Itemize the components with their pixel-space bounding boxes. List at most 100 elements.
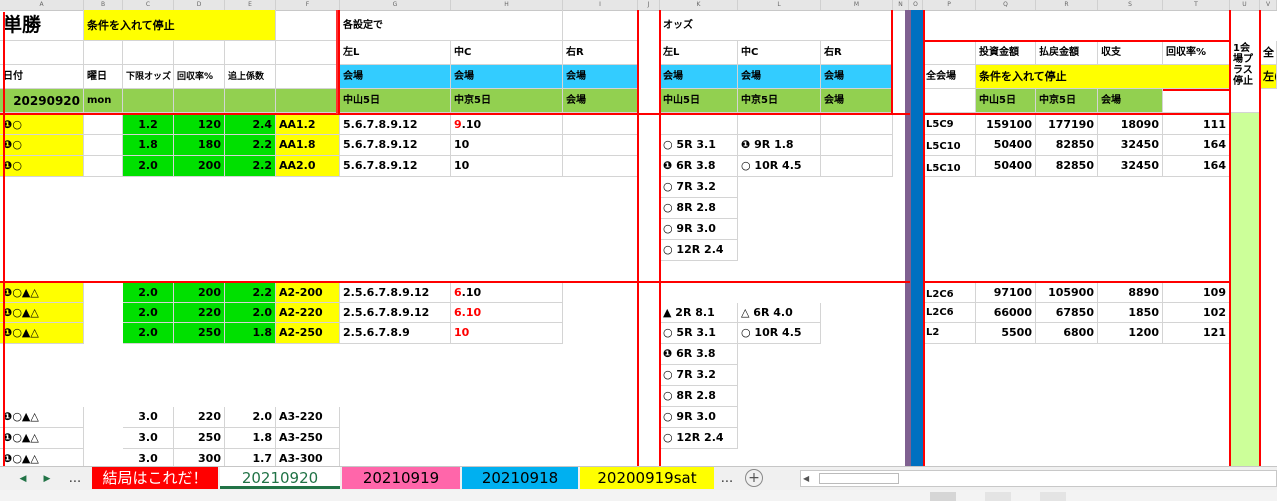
summary-chukyo[interactable]: 中京5日 bbox=[1036, 89, 1098, 113]
odds-venue-left[interactable]: 会場 bbox=[660, 65, 738, 89]
col-e[interactable]: E bbox=[225, 0, 276, 10]
summary-nakayama[interactable]: 中山5日 bbox=[976, 89, 1036, 113]
weekday-header[interactable]: 曜日 bbox=[84, 65, 123, 89]
date-header[interactable]: 日付 bbox=[0, 65, 84, 89]
b1r1-odds-left[interactable] bbox=[660, 115, 738, 135]
invest-header[interactable]: 投資金額 bbox=[976, 41, 1036, 65]
b1r2-odds-center[interactable]: ❶ 9R 1.8 bbox=[738, 135, 821, 156]
odds-venue-right-4[interactable]: 会場 bbox=[821, 89, 893, 113]
b1r2-i[interactable] bbox=[563, 135, 638, 156]
b1r2-m[interactable] bbox=[821, 135, 893, 156]
cell-t4[interactable] bbox=[1163, 89, 1230, 113]
b1r1-i[interactable] bbox=[563, 115, 638, 135]
odds-center-header[interactable]: 中C bbox=[738, 41, 821, 65]
venue-right[interactable]: 会場 bbox=[563, 65, 638, 89]
b3r1-min-odds[interactable]: 3.0 bbox=[123, 407, 174, 428]
b1r1-chase-coef[interactable]: 2.4 bbox=[225, 115, 276, 135]
b1r2-min-odds[interactable]: 1.8 bbox=[123, 135, 174, 156]
b2r3-balance[interactable]: 1200 bbox=[1098, 323, 1163, 344]
odds-right-header[interactable]: 右R bbox=[821, 41, 893, 65]
col-o[interactable]: O bbox=[909, 0, 923, 10]
b1r1-rate[interactable]: 111 bbox=[1163, 115, 1230, 135]
settings-label-cell[interactable]: 各設定で bbox=[340, 10, 563, 41]
normal-view-icon[interactable] bbox=[930, 492, 956, 501]
cell-a2[interactable] bbox=[0, 41, 84, 65]
b1r3-rate[interactable]: 164 bbox=[1163, 156, 1230, 177]
col-s[interactable]: S bbox=[1098, 0, 1163, 10]
b2r2-mark[interactable]: ❶○▲△ bbox=[0, 303, 84, 323]
balance-header[interactable]: 収支 bbox=[1098, 41, 1163, 65]
b2r2-invest[interactable]: 66000 bbox=[976, 303, 1036, 323]
odds-chukyo[interactable]: 中京5日 bbox=[738, 89, 821, 113]
b1-odds-extra-1[interactable]: ○ 7R 3.2 bbox=[660, 177, 738, 198]
b1r1-m[interactable] bbox=[821, 115, 893, 135]
b1r3-odds-left[interactable]: ❶ 6R 3.8 bbox=[660, 156, 738, 177]
b2r2-center-races[interactable]: 6.10 bbox=[451, 303, 563, 323]
b1r3-balance[interactable]: 32450 bbox=[1098, 156, 1163, 177]
odds-nakayama[interactable]: 中山5日 bbox=[660, 89, 738, 113]
b2-odds-extra-4[interactable]: ○ 9R 3.0 bbox=[660, 407, 738, 428]
b1r2-odds-left[interactable]: ○ 5R 3.1 bbox=[660, 135, 738, 156]
b3r2-return-rate[interactable]: 250 bbox=[174, 428, 225, 449]
add-sheet-icon[interactable]: + bbox=[745, 469, 763, 487]
b1r2-chase-coef[interactable]: 2.2 bbox=[225, 135, 276, 156]
payout-header[interactable]: 払戻金額 bbox=[1036, 41, 1098, 65]
b2r1-rate[interactable]: 109 bbox=[1163, 283, 1230, 303]
col-d[interactable]: D bbox=[174, 0, 225, 10]
center-c-header[interactable]: 中C bbox=[451, 41, 563, 65]
b1r3-left-races[interactable]: 5.6.7.8.9.12 bbox=[340, 156, 451, 177]
b1-odds-extra-2[interactable]: ○ 8R 2.8 bbox=[660, 198, 738, 219]
odds-left-header[interactable]: 左L bbox=[660, 41, 738, 65]
b1r1-payout[interactable]: 177190 bbox=[1036, 115, 1098, 135]
cell-f3[interactable] bbox=[276, 65, 340, 89]
b3r1-mark[interactable]: ❶○▲△ bbox=[0, 407, 84, 428]
b1r1-mark[interactable]: ❶○ bbox=[0, 115, 84, 135]
cell-p1[interactable] bbox=[923, 10, 1230, 41]
b2r2-odds-left[interactable]: ▲ 2R 8.1 bbox=[660, 303, 738, 323]
tab-20210918[interactable]: 20210918 bbox=[462, 467, 578, 489]
col-q[interactable]: Q bbox=[976, 0, 1036, 10]
tab-scroll-left-icon[interactable]: ◀ bbox=[14, 470, 32, 488]
col-t[interactable]: T bbox=[1163, 0, 1230, 10]
b1r3-m[interactable] bbox=[821, 156, 893, 177]
col-v-row3[interactable]: 左( bbox=[1260, 65, 1277, 89]
b2r1-mark[interactable]: ❶○▲△ bbox=[0, 283, 84, 303]
b2r1-center-races[interactable]: 6.10 bbox=[451, 283, 563, 303]
cell-f1[interactable] bbox=[276, 10, 340, 41]
return-rate-header[interactable]: 回収率% bbox=[174, 65, 225, 89]
cell-c2[interactable] bbox=[123, 41, 174, 65]
tab-kekkyoku[interactable]: 結局はこれだ！ bbox=[92, 467, 218, 489]
chase-coef-header[interactable]: 追上係数 bbox=[225, 65, 276, 89]
b2r2-code[interactable]: A2-220 bbox=[276, 303, 340, 323]
col-r[interactable]: R bbox=[1036, 0, 1098, 10]
b2r1-min-odds[interactable]: 2.0 bbox=[123, 283, 174, 303]
b2r1-return-rate[interactable]: 200 bbox=[174, 283, 225, 303]
title-cell[interactable]: 単勝 bbox=[0, 10, 84, 41]
nakayama-left[interactable]: 中山5日 bbox=[340, 89, 451, 113]
b1r2-invest[interactable]: 50400 bbox=[976, 135, 1036, 156]
b3r3-mark[interactable]: ❶○▲△ bbox=[0, 449, 84, 466]
cell-f2[interactable] bbox=[276, 41, 340, 65]
b2r2-chase-coef[interactable]: 2.0 bbox=[225, 303, 276, 323]
cell-e4[interactable] bbox=[225, 89, 276, 113]
b2r2-payout[interactable]: 67850 bbox=[1036, 303, 1098, 323]
tab-20210920[interactable]: 20210920 bbox=[220, 467, 340, 489]
b2-odds-extra-3[interactable]: ○ 8R 2.8 bbox=[660, 386, 738, 407]
col-u[interactable]: U bbox=[1230, 0, 1260, 10]
b2r1-invest[interactable]: 97100 bbox=[976, 283, 1036, 303]
cell-e2[interactable] bbox=[225, 41, 276, 65]
b1r1-return-rate[interactable]: 120 bbox=[174, 115, 225, 135]
b2r3-return-rate[interactable]: 250 bbox=[174, 323, 225, 344]
b1r3-combo[interactable]: L5C10 bbox=[923, 156, 976, 177]
b1r1-odds-center[interactable] bbox=[738, 115, 821, 135]
b2r2-rate[interactable]: 102 bbox=[1163, 303, 1230, 323]
cell-d2[interactable] bbox=[174, 41, 225, 65]
cell-d4[interactable] bbox=[174, 89, 225, 113]
scrollbar-thumb[interactable] bbox=[819, 473, 899, 484]
b2r3-odds-center[interactable]: ○ 10R 4.5 bbox=[738, 323, 821, 344]
b1r3-return-rate[interactable]: 200 bbox=[174, 156, 225, 177]
col-b[interactable]: B bbox=[84, 0, 123, 10]
b1r1-code[interactable]: AA1.2 bbox=[276, 115, 340, 135]
col-i[interactable]: I bbox=[563, 0, 638, 10]
b1r1-balance[interactable]: 18090 bbox=[1098, 115, 1163, 135]
